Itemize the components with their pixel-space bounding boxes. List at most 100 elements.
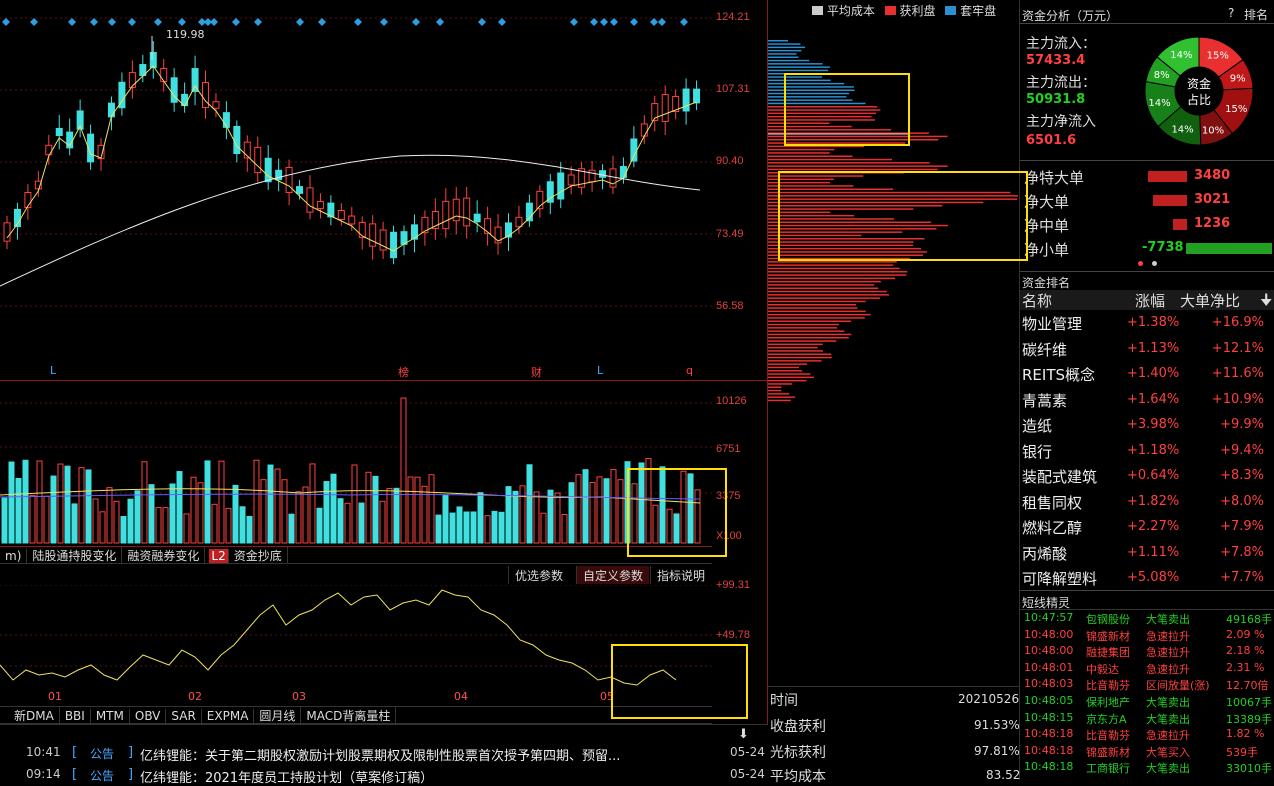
rank-col-name[interactable]: 名称	[1022, 290, 1052, 311]
main-chart-area[interactable]	[0, 0, 768, 740]
event-marker[interactable]: L	[597, 364, 603, 377]
cursor-profit-label: 光标获利	[770, 745, 826, 761]
tab-obv[interactable]: OBV	[130, 709, 167, 723]
candle-body	[619, 166, 627, 178]
page-dot[interactable]	[1152, 261, 1157, 266]
candle-body	[202, 82, 210, 108]
custom-params-button[interactable]: 自定义参数	[576, 566, 650, 584]
rank-col-ratio[interactable]: 大单净比	[1180, 290, 1240, 311]
rank-row[interactable]: 物业管理 +1.38% +16.9%	[1022, 313, 1270, 338]
order-bar	[1173, 219, 1187, 230]
volume-bar	[533, 491, 540, 544]
rank-row[interactable]: 造纸 +3.98% +9.9%	[1022, 415, 1270, 440]
candle-body	[296, 186, 304, 194]
news-item[interactable]: 10:41 [ 公告 ] 亿纬锂能：关于第二期股权激励计划股票期权及限制性股票首…	[0, 745, 768, 764]
oscillator-chart[interactable]	[0, 585, 712, 705]
volume-bar	[561, 514, 568, 544]
volume-bar	[274, 468, 281, 544]
rank-row[interactable]: 青蒿素 +1.64% +10.9%	[1022, 390, 1270, 415]
shortline-stock: 比音勒芬	[1086, 729, 1130, 743]
tab-mtm[interactable]: MTM	[91, 709, 130, 723]
order-label: 净大单	[1024, 193, 1070, 211]
rank-row[interactable]: 银行 +1.18% +9.4%	[1022, 441, 1270, 466]
event-marker[interactable]: q	[686, 364, 693, 377]
volume-bar	[295, 491, 302, 544]
tab-sar[interactable]: SAR	[166, 709, 202, 723]
tab-expma[interactable]: EXPMA	[202, 709, 255, 723]
tab-hk-connect[interactable]: 陆股通持股变化	[27, 547, 123, 564]
news-item[interactable]: 09:14 [ 公告 ] 亿纬锂能：2021年度员工持股计划（草案修订稿） 05…	[0, 767, 768, 786]
chip-bar	[768, 158, 893, 161]
volume-bar	[36, 460, 43, 544]
price-tick: 107.31	[716, 83, 750, 95]
shortline-row[interactable]: 10:48:18 比音勒芬 急速拉升 1.82 %	[1022, 727, 1274, 743]
tab-indicator-m[interactable]: m)	[0, 549, 28, 563]
legend-trapped-label: 套牢盘	[960, 4, 997, 18]
rank-row[interactable]: 租售同权 +1.82% +8.0%	[1022, 492, 1270, 517]
tab-fund-bottom[interactable]: 资金抄底	[229, 547, 288, 564]
shortline-row[interactable]: 10:48:00 融捷集团 急速拉升 2.18 %	[1022, 644, 1274, 660]
signal-marker	[412, 18, 420, 26]
shortline-row[interactable]: 10:47:57 包钢股份 大笔卖出 49168手	[1022, 611, 1274, 627]
candle-body	[212, 101, 220, 109]
month-label: 03	[292, 690, 306, 703]
indicator-help-button[interactable]: 指标说明	[650, 566, 711, 584]
tab-macd-div[interactable]: MACD背离量柱	[301, 707, 397, 724]
chip-bar	[768, 337, 849, 339]
help-icon[interactable]: ?	[1228, 6, 1234, 20]
rank-col-change[interactable]: 涨幅	[1135, 290, 1165, 311]
optimal-params-button[interactable]: 优选参数	[508, 566, 569, 584]
candle-body	[128, 72, 136, 88]
volume-chart[interactable]	[0, 385, 712, 545]
shortline-row[interactable]: 10:48:15 京东方A 大笔卖出 13389手	[1022, 711, 1274, 727]
donut-label: 15%	[1225, 104, 1247, 115]
shortline-row[interactable]: 10:48:18 工商银行 大笔卖出 33010手	[1022, 760, 1274, 776]
tab-yuanyue[interactable]: 圆月线	[254, 707, 302, 724]
volume-bar	[491, 510, 498, 544]
candlestick-chart[interactable]	[0, 0, 712, 380]
highlight-box	[778, 171, 1028, 261]
volume-bar	[393, 487, 400, 544]
donut-label: 15%	[1207, 51, 1229, 62]
outflow-value: 50931.8	[1026, 92, 1086, 107]
rank-row[interactable]: 丙烯酸 +1.11% +7.8%	[1022, 543, 1270, 568]
event-marker[interactable]: 榜	[398, 364, 409, 380]
shortline-row[interactable]: 10:48:01 中毅达 急速拉升 2.31 %	[1022, 661, 1274, 677]
rank-row[interactable]: 装配式建筑 +0.64% +8.3%	[1022, 466, 1270, 491]
signal-marker	[590, 18, 598, 26]
chip-bar	[768, 297, 881, 299]
candle-body	[442, 200, 450, 230]
page-dot-active[interactable]	[1138, 261, 1143, 266]
shortline-row[interactable]: 10:48:05 保利地产 大笔卖出 10067手	[1022, 694, 1274, 710]
candle-body	[316, 200, 324, 210]
rank-name: 可降解塑料	[1022, 570, 1098, 588]
candle-body	[107, 102, 115, 118]
collapse-icon[interactable]: ⬇	[738, 727, 749, 742]
shortline-row[interactable]: 10:48:18 锦盛新材 大笔买入 539手	[1022, 744, 1274, 760]
rank-name: REITS概念	[1022, 366, 1096, 384]
bottom-indicator-tabs: 新DMA BBI MTM OBV SAR EXPMA 圆月线 MACD背离量柱	[0, 706, 712, 724]
fund-share-donut[interactable]: 15%9%15%10%14%14%8%14%资金占比	[1144, 36, 1254, 146]
event-marker[interactable]: 财	[531, 364, 542, 380]
signal-marker	[680, 18, 688, 26]
shortline-row[interactable]: 10:48:03 比音勒芬 区间放量(涨) 12.70倍	[1022, 677, 1274, 693]
net-inflow-label: 主力净流入	[1026, 114, 1096, 130]
event-marker[interactable]: L	[50, 364, 56, 377]
tab-margin[interactable]: 融资融券变化	[122, 547, 206, 564]
rank-link[interactable]: 排名	[1244, 6, 1268, 23]
chip-bar	[768, 49, 802, 52]
chip-bar	[768, 148, 835, 151]
sort-desc-icon[interactable]: 🠋	[1260, 290, 1272, 315]
shortline-row[interactable]: 10:48:00 锦盛新材 急速拉升 2.09 %	[1022, 628, 1274, 644]
rank-row[interactable]: REITS概念 +1.40% +11.6%	[1022, 364, 1270, 389]
tab-l2-badge[interactable]: L2	[209, 549, 229, 563]
volume-bar	[463, 511, 470, 544]
rank-row[interactable]: 碳纤维 +1.13% +12.1%	[1022, 339, 1270, 364]
rank-change: +1.64%	[1127, 391, 1180, 407]
rank-row[interactable]: 燃料乙醇 +2.27% +7.9%	[1022, 517, 1270, 542]
month-label: 04	[454, 690, 468, 703]
tab-ndma[interactable]: 新DMA	[0, 707, 60, 724]
volume-bar	[92, 498, 99, 544]
outflow-label: 主力流出：	[1026, 75, 1096, 91]
tab-bbi[interactable]: BBI	[60, 709, 91, 723]
